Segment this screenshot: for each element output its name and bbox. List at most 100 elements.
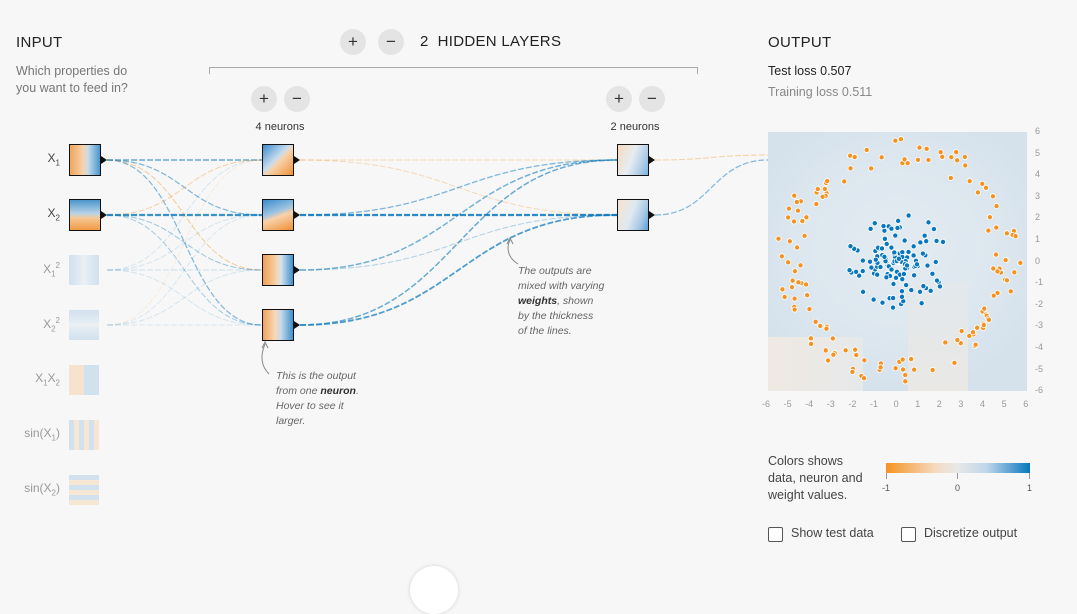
x-axis-tick: 6: [1023, 399, 1029, 409]
output-title: OUTPUT: [768, 34, 832, 51]
y-axis-tick: -1: [1035, 277, 1044, 288]
data-point-blue: [905, 248, 912, 255]
remove-neuron-button-layer2[interactable]: −: [639, 86, 665, 112]
data-point-orange: [806, 306, 813, 313]
weight-h2n1-output[interactable]: [654, 154, 769, 161]
neuron-note-arrow: [261, 340, 270, 375]
data-point-orange: [993, 251, 1000, 258]
feature-node-1[interactable]: [69, 144, 101, 176]
weight-h2n2-output[interactable]: [654, 159, 769, 216]
data-point-blue: [871, 220, 878, 227]
data-point-blue: [890, 280, 897, 287]
weight-input3-h1n2[interactable]: [106, 214, 263, 271]
data-point-blue: [917, 288, 924, 295]
data-point-orange: [954, 337, 961, 344]
add-neuron-button-layer1[interactable]: +: [251, 86, 277, 112]
feature-node-3[interactable]: [69, 255, 99, 285]
data-point-orange: [801, 232, 808, 239]
discretize-output-label[interactable]: Discretize output: [924, 526, 1017, 540]
neuron-note: This is the output from one neuron. Hove…: [276, 370, 359, 427]
data-point-orange: [863, 146, 870, 153]
weight-h1n2-h2n1[interactable]: [299, 159, 618, 216]
layer1-neuron-4[interactable]: [262, 309, 294, 341]
layer1-neuron-1[interactable]: [262, 144, 294, 176]
data-point-blue: [891, 249, 898, 256]
remove-layer-button[interactable]: −: [378, 29, 404, 55]
layer2-neuron-2[interactable]: [617, 199, 649, 231]
data-point-blue: [929, 270, 936, 277]
data-point-blue: [900, 271, 907, 278]
show-test-data-checkbox[interactable]: [768, 527, 783, 542]
weight-input2-h1n1[interactable]: [106, 159, 263, 216]
test-loss: Test loss 0.507: [768, 64, 852, 78]
data-point-orange: [788, 284, 795, 291]
layer1-neuron-count: 4 neurons: [255, 121, 305, 133]
data-point-orange: [1012, 233, 1019, 240]
add-layer-button[interactable]: +: [340, 29, 366, 55]
data-point-orange: [901, 156, 908, 163]
discretize-output-checkbox[interactable]: [901, 527, 916, 542]
layer1-neuron-3[interactable]: [262, 254, 294, 286]
remove-neuron-button-layer1[interactable]: −: [284, 86, 310, 112]
data-point-orange: [993, 224, 1000, 231]
data-point-orange: [812, 318, 819, 325]
data-point-orange: [794, 244, 801, 251]
weight-input4-h1n3[interactable]: [106, 269, 263, 326]
data-point-orange: [861, 375, 868, 382]
add-neuron-button-layer2[interactable]: +: [606, 86, 632, 112]
x-axis-tick: -5: [783, 399, 792, 409]
data-point-orange: [974, 324, 981, 331]
layer2-neuron-1[interactable]: [617, 144, 649, 176]
data-point-orange: [981, 305, 988, 312]
weights-note-arrow: [506, 236, 519, 265]
data-point-orange: [823, 325, 830, 332]
feature-node-5[interactable]: [69, 365, 99, 395]
y-axis-tick: 0: [1035, 255, 1041, 266]
feature-node-2[interactable]: [69, 199, 101, 231]
layer1-neuron-2-arrow: [294, 211, 300, 219]
data-point-orange: [897, 136, 904, 143]
bottom-toggle-button[interactable]: [410, 566, 458, 614]
data-point-blue: [913, 261, 920, 268]
feature-node-6[interactable]: [69, 420, 99, 450]
data-point-orange: [791, 218, 798, 225]
data-point-orange: [954, 157, 961, 164]
output-heatmap[interactable]: [768, 132, 1027, 391]
data-point-orange: [824, 178, 831, 185]
data-point-blue: [892, 274, 899, 281]
data-point-orange: [916, 144, 923, 151]
data-point-orange: [911, 366, 918, 373]
data-point-orange: [821, 185, 828, 192]
feature-node-7[interactable]: [69, 475, 99, 505]
data-point-blue: [859, 257, 866, 264]
show-test-data-label[interactable]: Show test data: [791, 526, 874, 540]
y-axis-tick: -5: [1035, 363, 1044, 374]
data-point-blue: [867, 258, 874, 265]
y-axis-tick: 6: [1035, 126, 1041, 136]
data-point-orange: [942, 339, 949, 346]
layer1-neuron-2[interactable]: [262, 199, 294, 231]
data-point-blue: [898, 288, 905, 295]
data-point-blue: [905, 212, 912, 219]
data-point-orange: [794, 207, 801, 214]
data-point-blue: [894, 224, 901, 231]
data-point-blue: [903, 282, 910, 289]
data-point-blue: [859, 268, 866, 275]
data-point-orange: [990, 265, 997, 272]
data-point-blue: [860, 288, 867, 295]
data-point-orange: [947, 174, 954, 181]
data-point-blue: [877, 263, 884, 270]
x-axis-tick: 3: [958, 399, 964, 409]
feature-node-4[interactable]: [69, 310, 99, 340]
x-axis-tick: -2: [848, 399, 857, 409]
data-point-blue: [923, 238, 930, 245]
data-point-blue: [870, 296, 877, 303]
data-point-orange: [966, 332, 973, 339]
hidden-layers-title: 2 HIDDEN LAYERS: [420, 33, 562, 50]
data-point-blue: [874, 271, 881, 278]
training-loss: Training loss 0.511: [768, 85, 873, 99]
data-point-orange: [822, 347, 829, 354]
data-point-orange: [807, 335, 814, 342]
x-axis-tick: -1: [870, 399, 879, 409]
data-point-orange: [847, 165, 854, 172]
